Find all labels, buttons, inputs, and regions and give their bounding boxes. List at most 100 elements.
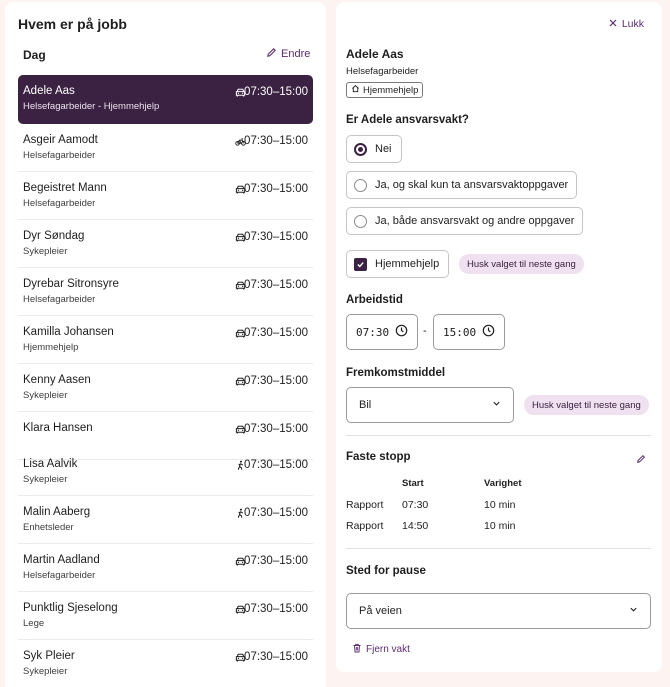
employee-row[interactable]: Asgeir Aamodt Helsefagarbeider 07:30–15:… (18, 124, 313, 172)
employee-role: Helsefagarbeider (23, 198, 96, 209)
employee-name: Malin Aaberg (23, 506, 91, 518)
clock-icon (395, 324, 408, 340)
option-label: Ja, og skal kun ta ansvarsvaktoppgaver (375, 179, 569, 191)
employee-name: Lisa Aalvik (23, 458, 78, 470)
clock-icon (482, 324, 495, 340)
employee-row[interactable]: Punktlig Sjeselong Lege 07:30–15:00 (18, 592, 313, 640)
employee-detail-role: Helsefagarbeider (346, 66, 419, 77)
employee-name: Asgeir Aamodt (23, 134, 98, 146)
employee-row[interactable]: Kenny Aasen Sykepleier 07:30–15:00 (18, 364, 313, 412)
start-time-value: 07:30 (356, 325, 390, 339)
employee-time: 07:30–15:00 (244, 231, 308, 243)
employee-role: Hjemmehjelp (23, 342, 79, 353)
stop-duration: 10 min (484, 499, 516, 511)
employee-time: 07:30–15:00 (244, 555, 308, 567)
employee-role: Sykepleier (23, 390, 68, 401)
divider (346, 435, 651, 436)
employee-time: 07:30–15:00 (244, 135, 308, 147)
radio-empty-icon (354, 214, 367, 228)
option-label: Nei (375, 143, 392, 155)
employee-row[interactable]: Adele Aas Helsefagarbeider - Hjemmehjelp… (18, 75, 313, 124)
close-icon (609, 18, 617, 30)
chevron-down-icon (492, 399, 501, 411)
break-place-value: På veien (359, 605, 402, 617)
transport-heading: Fremkomstmiddel (346, 367, 446, 379)
edit-label: Endre (281, 48, 311, 60)
employee-time: 07:30–15:00 (244, 327, 308, 339)
remove-shift-label: Fjern vakt (366, 644, 410, 655)
checkbox-label: Hjemmehjelp (375, 258, 440, 270)
employee-time: 07:30–15:00 (244, 507, 308, 519)
stop-name: Rapport (346, 520, 384, 532)
fixed-stops-heading: Faste stopp (346, 451, 411, 463)
employee-name: Klara Hansen (23, 422, 93, 434)
employee-name: Dyrebar Sitronsyre (23, 278, 119, 290)
employee-time: 07:30–15:00 (244, 459, 308, 471)
service-tag-label: Hjemmehjelp (363, 84, 419, 96)
employee-role: Helsefagarbeider (23, 570, 96, 581)
employee-row[interactable]: Kamilla Johansen Hjemmehjelp 07:30–15:00 (18, 316, 313, 364)
stop-name: Rapport (346, 499, 384, 511)
remember-choice-chip[interactable]: Husk valget til neste gang (459, 254, 584, 274)
start-time-input[interactable]: 07:30 (346, 314, 418, 350)
employee-role: Helsefagarbeider (23, 150, 96, 161)
employee-role: Helsefagarbeider (23, 294, 96, 305)
stop-start: 07:30 (402, 499, 429, 511)
work-time-heading: Arbeidstid (346, 294, 403, 306)
employee-role: Sykepleier (23, 474, 68, 485)
home-icon (351, 84, 360, 96)
transport-select[interactable]: Bil (346, 387, 514, 423)
end-time-input[interactable]: 15:00 (433, 314, 505, 350)
close-button[interactable]: Lukk (609, 18, 644, 30)
edit-shift-button[interactable]: Endre (266, 47, 310, 61)
option-label: Ja, både ansvarsvakt og andre oppgaver (375, 215, 575, 227)
staff-panel-title: Hvem er på jobb (18, 16, 127, 32)
shift-section-heading: Dag (23, 48, 46, 62)
employee-detail-panel: Lukk Adele Aas Helsefagarbeider Hjemmehj… (336, 2, 662, 672)
employee-role: Enhetsleder (23, 522, 74, 533)
remember-transport-chip[interactable]: Husk valget til neste gang (524, 395, 649, 415)
on-call-question: Er Adele ansvarsvakt? (346, 114, 469, 126)
time-separator: - (423, 325, 427, 337)
pencil-icon (636, 451, 646, 468)
employee-name: Punktlig Sjeselong (23, 602, 118, 614)
home-help-checkbox[interactable]: Hjemmehjelp (346, 250, 449, 278)
employee-time: 07:30–15:00 (244, 375, 308, 387)
end-time-value: 15:00 (443, 325, 477, 339)
employee-name: Begeistret Mann (23, 182, 107, 194)
employee-row[interactable]: Lisa Aalvik Sykepleier 07:30–15:00 (18, 448, 313, 496)
employee-row[interactable]: Syk Pleier Sykepleier 07:30–15:00 (18, 640, 313, 687)
employee-name: Martin Aadland (23, 554, 100, 566)
employee-row[interactable]: Malin Aaberg Enhetsleder 07:30–15:00 (18, 496, 313, 544)
employee-time: 07:30–15:00 (244, 651, 308, 663)
on-call-option-only[interactable]: Ja, og skal kun ta ansvarsvaktoppgaver (346, 171, 577, 199)
trash-icon (352, 643, 362, 656)
employee-name: Kamilla Johansen (23, 326, 114, 338)
staff-list-panel: Hvem er på jobb Dag Endre Adele Aas Hels… (5, 2, 326, 687)
divider (346, 548, 651, 549)
stop-duration: 10 min (484, 520, 516, 532)
employee-time: 07:30–15:00 (244, 183, 308, 195)
checkbox-checked-icon (354, 257, 367, 271)
stop-start: 14:50 (402, 520, 429, 532)
employee-name: Kenny Aasen (23, 374, 91, 386)
employee-name: Syk Pleier (23, 650, 75, 662)
edit-stops-button[interactable] (636, 451, 646, 469)
pencil-icon (266, 47, 277, 61)
employee-detail-name: Adele Aas (346, 47, 404, 61)
employee-row[interactable]: Dyrebar Sitronsyre Helsefagarbeider 07:3… (18, 268, 313, 316)
employee-time: 07:30–15:00 (244, 86, 308, 98)
service-tag: Hjemmehjelp (346, 82, 424, 98)
employee-row[interactable]: Martin Aadland Helsefagarbeider 07:30–15… (18, 544, 313, 592)
chevron-down-icon (629, 605, 638, 617)
employee-row[interactable]: Begeistret Mann Helsefagarbeider 07:30–1… (18, 172, 313, 220)
employee-time: 07:30–15:00 (244, 279, 308, 291)
break-place-select[interactable]: På veien (346, 593, 651, 629)
employee-time: 07:30–15:00 (244, 603, 308, 615)
on-call-option-both[interactable]: Ja, både ansvarsvakt og andre oppgaver (346, 207, 583, 235)
remove-shift-button[interactable]: Fjern vakt (352, 643, 410, 656)
column-header-start: Start (402, 478, 424, 489)
employee-row[interactable]: Dyr Søndag Sykepleier 07:30–15:00 (18, 220, 313, 268)
on-call-option-no[interactable]: Nei (346, 135, 402, 163)
employee-name: Adele Aas (23, 85, 75, 97)
